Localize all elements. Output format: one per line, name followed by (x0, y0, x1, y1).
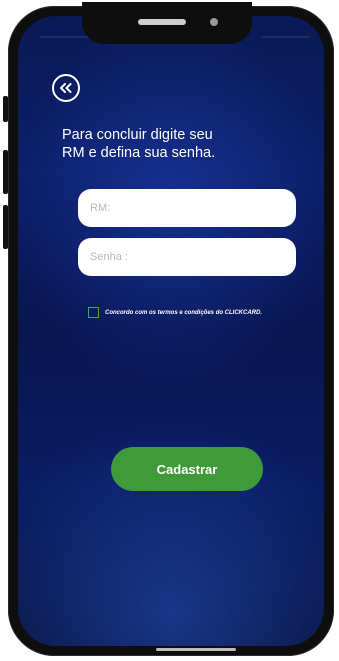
instruction-line-2: RM e defina sua senha. (62, 145, 216, 161)
instruction-line-1: Para concluir digite seu (62, 127, 213, 143)
side-button-volume-up (3, 150, 8, 194)
instruction-text: Para concluir digite seu RM e defina sua… (62, 126, 292, 162)
front-camera (210, 18, 218, 26)
phone-notch (82, 2, 252, 44)
terms-row: Concordo com os termos e condições do CL… (88, 307, 262, 318)
side-button-volume-down (3, 205, 8, 249)
terms-checkbox[interactable] (88, 307, 99, 318)
speaker-grille (138, 19, 186, 25)
password-input[interactable] (78, 238, 296, 276)
side-button-mute (3, 96, 8, 122)
status-bar-right (262, 36, 310, 38)
status-bar-left (40, 36, 92, 38)
app-screen: Para concluir digite seu RM e defina sua… (18, 16, 324, 646)
phone-frame: Para concluir digite seu RM e defina sua… (8, 2, 334, 656)
home-indicator (156, 648, 236, 651)
double-chevron-left-icon (60, 83, 72, 93)
terms-label: Concordo com os termos e condições do CL… (105, 309, 263, 316)
back-button[interactable] (52, 74, 80, 102)
rm-input[interactable] (78, 189, 296, 227)
submit-button[interactable]: Cadastrar (111, 447, 263, 491)
